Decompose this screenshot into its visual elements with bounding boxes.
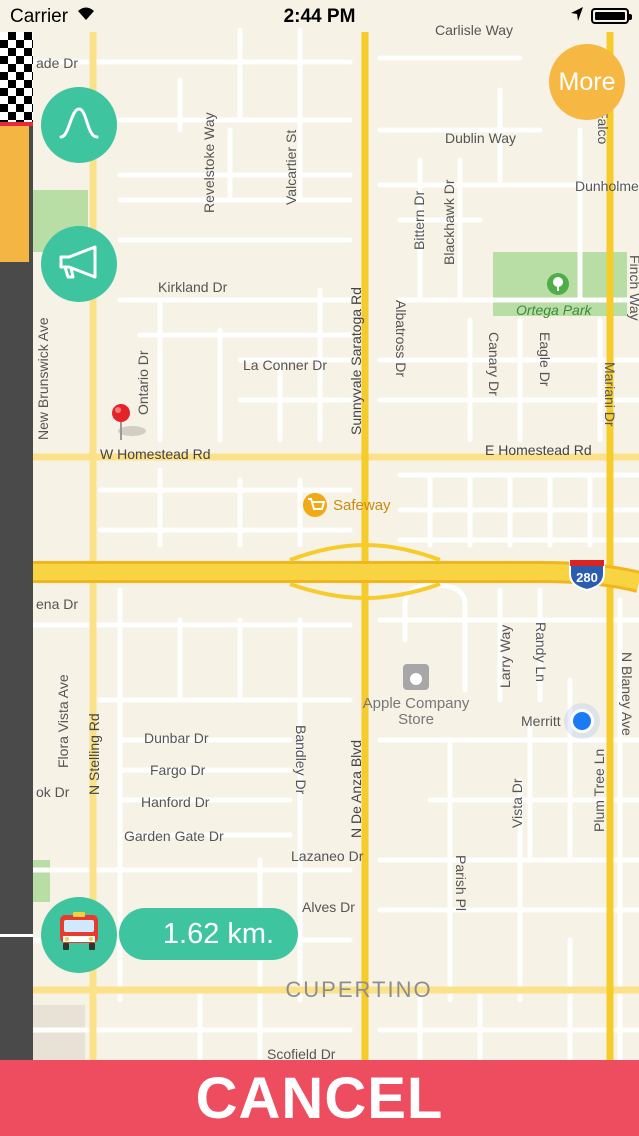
street-label: Finch Way <box>627 255 639 321</box>
current-location-dot <box>573 712 591 730</box>
interstate-shield-top <box>570 560 604 566</box>
park-tree-icon-trunk <box>557 286 559 291</box>
apple-logo-icon-glyph <box>410 673 422 685</box>
distance-display: 1.62 km. <box>119 908 298 960</box>
route-curve-icon <box>57 103 101 148</box>
route-button[interactable] <box>41 87 117 163</box>
street-label: New Brunswick Ave <box>35 317 51 440</box>
street-label: Dunholme <box>575 178 639 194</box>
street-label: Fargo Dr <box>150 762 206 778</box>
more-button[interactable]: More <box>549 44 625 120</box>
street-label: E Homestead Rd <box>485 442 592 458</box>
street-label: Lazaneo Dr <box>291 848 364 864</box>
status-bar: Carrier 2:44 PM <box>0 0 639 32</box>
street-label: Garden Gate Dr <box>124 828 224 844</box>
street-label: W Homestead Rd <box>100 446 210 462</box>
street-label: Vista Dr <box>509 778 525 828</box>
street-label: Valcartier St <box>283 130 299 205</box>
vehicle-button[interactable] <box>41 897 117 973</box>
street-label: Hanford Dr <box>141 794 210 810</box>
status-time: 2:44 PM <box>283 6 356 27</box>
map-pin-highlight <box>115 407 121 413</box>
street-label: Dublin Way <box>445 130 516 146</box>
map-pin-shadow <box>118 426 146 436</box>
street-label: Mariani Dr <box>602 362 618 427</box>
street-label: Blackhawk Dr <box>441 179 457 265</box>
progress-position-marker <box>0 934 33 937</box>
progress-completed <box>0 126 33 262</box>
battery-fill <box>595 12 625 20</box>
trip-progress-bar <box>0 32 33 1060</box>
street-label: La Conner Dr <box>243 357 327 373</box>
cancel-button[interactable]: CANCEL <box>0 1060 639 1136</box>
street-label: Alves Dr <box>302 899 355 915</box>
poi-label-apple-store-line2: Store <box>398 711 434 728</box>
street-label: N Stelling Rd <box>86 713 102 795</box>
interstate-number: 280 <box>576 570 598 585</box>
park-area-southwest <box>30 860 50 902</box>
street-label: Bandley Dr <box>293 725 309 795</box>
street-label: Eagle Dr <box>537 332 553 387</box>
progress-track <box>4 265 30 1060</box>
street-label: Plum Tree Ln <box>591 749 607 832</box>
street-label: Canary Dr <box>486 332 502 396</box>
street-label: Sunnyvale Saratoga Rd <box>348 287 364 435</box>
sound-button[interactable] <box>41 226 117 302</box>
street-label: Merritt <box>521 713 561 729</box>
street-label: Ontario Dr <box>135 350 151 415</box>
street-label: Bittern Dr <box>411 191 427 250</box>
street-label: Larry Way <box>497 625 513 688</box>
street-label: ade Dr <box>36 55 78 71</box>
street-label: Dunbar Dr <box>144 730 209 746</box>
street-label: Randy Ln <box>533 622 549 682</box>
street-label: ena Dr <box>36 596 78 612</box>
street-label: ok Dr <box>36 784 70 800</box>
street-label: N De Anza Blvd <box>348 740 364 838</box>
street-label: Albatross Dr <box>393 300 409 377</box>
map-pin-head <box>112 404 130 422</box>
fire-truck-icon <box>55 910 103 961</box>
current-location-dot-icon <box>564 703 600 739</box>
poi-label-apple-store: Apple Company <box>363 695 470 712</box>
street-label: Parish Pl <box>453 855 469 911</box>
safeway-poi[interactable]: Safeway <box>303 493 391 517</box>
interstate-shield: 280 <box>569 560 605 592</box>
location-arrow-icon <box>570 6 584 28</box>
checkered-flag-icon <box>0 32 33 122</box>
city-label-cupertino: CUPERTINO <box>285 977 432 1002</box>
battery-icon <box>591 8 632 24</box>
megaphone-icon <box>55 243 103 286</box>
street-label: N Blaney Ave <box>619 652 635 736</box>
poi-label-ortega-park: Ortega Park <box>516 302 592 318</box>
park-tree-icon-crown <box>553 277 563 287</box>
poi-label-safeway: Safeway <box>333 497 391 514</box>
street-label: Flora Vista Ave <box>55 674 71 768</box>
street-label: Kirkland Dr <box>158 279 228 295</box>
street-label: Revelstoke Way <box>201 112 217 213</box>
